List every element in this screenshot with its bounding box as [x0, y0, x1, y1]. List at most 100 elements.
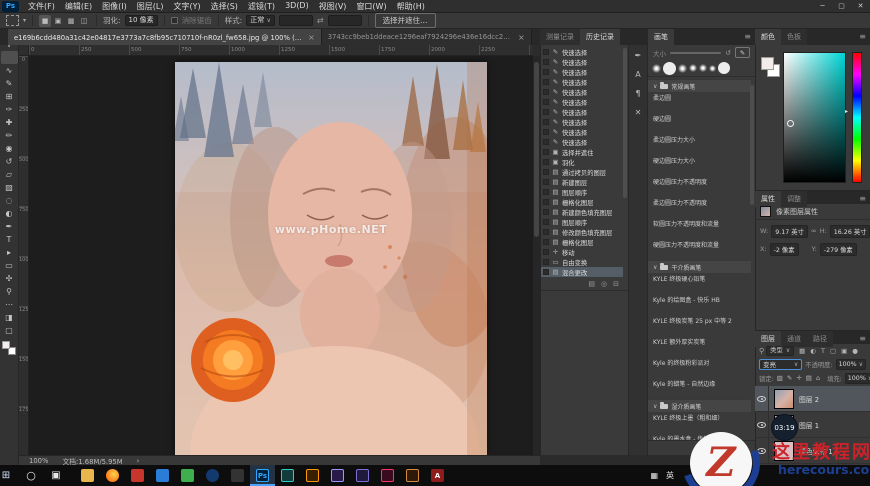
history-source-checkbox[interactable] — [543, 159, 549, 165]
height-input[interactable] — [327, 15, 362, 26]
history-source-checkbox[interactable] — [543, 239, 549, 245]
adobe-app-icon-4[interactable] — [350, 465, 375, 486]
history-source-checkbox[interactable] — [543, 189, 549, 195]
brush-tip-preview[interactable] — [652, 63, 661, 73]
brush-item[interactable]: ∨ 柔边圆压力大小 — [648, 134, 751, 155]
subtract-selection-icon[interactable]: ▩ — [65, 15, 77, 27]
brush-settings-panel-icon[interactable]: ✒ — [635, 51, 642, 60]
foreground-color-swatch[interactable] — [2, 341, 10, 349]
task-view-button[interactable]: ▣ — [50, 465, 75, 486]
fill-input[interactable]: 100%∨ — [844, 372, 870, 384]
paragraph-panel-icon[interactable]: ¶ — [635, 89, 640, 98]
history-item[interactable]: ✎ 快速选择 — [541, 107, 623, 117]
x-value[interactable]: -2 像素 — [769, 242, 799, 256]
history-source-checkbox[interactable] — [543, 79, 549, 85]
app-navy-icon[interactable] — [200, 465, 225, 486]
height-value[interactable]: 16.26 英寸 — [829, 224, 870, 238]
history-scrollbar[interactable] — [623, 48, 627, 198]
document-tab-1[interactable]: e169b6cdd480a31c42e04817e3773a7c8fb95c71… — [8, 29, 322, 45]
tab-swatches[interactable]: 色板 — [781, 29, 807, 45]
lock-pixels-icon[interactable]: ✎ — [787, 374, 792, 382]
tab-color[interactable]: 颜色 — [755, 29, 781, 45]
eyedropper-tool[interactable]: ✑ — [1, 103, 18, 116]
canvas-vertical-scrollbar[interactable] — [533, 56, 540, 455]
menu-item[interactable]: 文件(F) — [23, 1, 60, 12]
opacity-input[interactable]: 100% ∨ — [835, 358, 866, 370]
screen-mode-button[interactable]: ▢ — [1, 324, 18, 337]
tab-paths[interactable]: 路径 — [807, 331, 833, 347]
marquee-tool-preset-icon[interactable] — [6, 15, 19, 26]
tool-preset-caret-icon[interactable]: ▾ — [23, 17, 26, 24]
anti-alias-checkbox[interactable] — [170, 17, 178, 24]
adobe-app-icon-3[interactable] — [325, 465, 350, 486]
canvas-area[interactable]: www.pHome.NET — [29, 56, 533, 455]
history-source-checkbox[interactable] — [543, 89, 549, 95]
history-source-checkbox[interactable] — [543, 199, 549, 205]
marquee-tool[interactable] — [0, 51, 18, 64]
tab-brushes[interactable]: 画笔 — [648, 29, 674, 45]
foreground-background-swatches[interactable] — [2, 341, 16, 355]
history-source-checkbox[interactable] — [543, 249, 549, 255]
new-doc-from-state-icon[interactable]: ▤ — [588, 280, 595, 288]
tab-measurement-log[interactable]: 测量记录 — [540, 29, 580, 45]
menu-item[interactable]: 文字(Y) — [168, 1, 205, 12]
history-source-checkbox[interactable] — [543, 119, 549, 125]
history-item[interactable]: ✎ 快速选择 — [541, 127, 623, 137]
brushes-scrollbar[interactable] — [750, 85, 754, 205]
brush-item[interactable]: ∨ 硬边圆 — [648, 113, 751, 134]
tab-layers[interactable]: 图层 — [755, 331, 781, 347]
brush-item[interactable]: ∨ 软圆压力不透明度和流量 — [648, 218, 751, 239]
chevron-down-icon[interactable]: ∨ — [653, 264, 657, 271]
filter-group-layers-icon[interactable]: ▢ — [830, 347, 836, 355]
history-item[interactable]: ✛ 移动 — [541, 247, 623, 257]
file-explorer-icon[interactable] — [75, 465, 100, 486]
feather-input[interactable]: 10 像素 — [124, 15, 158, 26]
hue-slider[interactable] — [852, 52, 862, 183]
history-source-checkbox[interactable] — [543, 179, 549, 185]
history-item[interactable]: ✎ 快速选择 — [541, 57, 623, 67]
quick-selection-tool[interactable]: ✎ — [1, 77, 18, 90]
history-item[interactable]: ▣ 选择并遮住 — [541, 147, 623, 157]
brush-tip-preview[interactable] — [699, 64, 707, 72]
vertical-ruler[interactable]: 0 250 500 750 1000 1250 1500 1750 — [19, 56, 29, 455]
history-source-checkbox[interactable] — [543, 99, 549, 105]
history-item[interactable]: ▤ 混合更改 — [541, 267, 623, 277]
lock-position-icon[interactable]: ✛ — [796, 374, 801, 382]
brush-item[interactable]: ∨ 湿介质画笔 — [648, 399, 751, 412]
filter-type-layers-icon[interactable]: T — [821, 347, 825, 355]
history-item[interactable]: ✎ 快速选择 — [541, 87, 623, 97]
panel-menu-icon[interactable]: ≡ — [855, 191, 870, 204]
blur-tool[interactable]: ◌ — [1, 194, 18, 207]
adobe-app-icon-2[interactable] — [300, 465, 325, 486]
brush-item[interactable]: ∨ Kyle 的蜡笔 - 自然边缘 — [648, 378, 751, 399]
zoom-level[interactable]: 100% — [29, 457, 48, 465]
intersect-selection-icon[interactable]: ◫ — [78, 15, 90, 27]
panel-menu-icon[interactable]: ≡ — [740, 29, 755, 45]
close-tab-icon[interactable]: × — [308, 33, 315, 42]
history-source-checkbox[interactable] — [543, 69, 549, 75]
crop-tool[interactable]: ⊞ — [1, 90, 18, 103]
chevron-down-icon[interactable]: ∨ — [653, 403, 657, 410]
history-source-checkbox[interactable] — [543, 219, 549, 225]
brush-tip-preview[interactable] — [663, 61, 676, 75]
search-button[interactable]: ○ — [25, 465, 50, 486]
new-selection-icon[interactable]: ■ — [39, 14, 52, 27]
brush-item[interactable]: ∨ Kyle 的终极粉彩派对 — [648, 357, 751, 378]
history-item[interactable]: ✎ 快速选择 — [541, 77, 623, 87]
maximize-button[interactable]: ▢ — [832, 0, 851, 12]
select-and-mask-button[interactable]: 选择并遮住… — [374, 13, 436, 28]
filter-toggle-icon[interactable]: ● — [852, 347, 858, 355]
brush-item[interactable]: ∨ 硬边圆压力不透明度 — [648, 176, 751, 197]
add-selection-icon[interactable]: ▣ — [52, 15, 64, 27]
eraser-tool[interactable]: ▱ — [1, 168, 18, 181]
history-brush-tool[interactable]: ↺ — [1, 155, 18, 168]
brush-item[interactable]: ∨ 常规画笔 — [648, 79, 751, 92]
panel-menu-icon[interactable]: ≡ — [855, 331, 870, 344]
brush-item[interactable]: ∨ 硬圆压力不透明度和流量 — [648, 239, 751, 260]
menu-item[interactable]: 选择(S) — [206, 1, 243, 12]
history-item[interactable]: ▤ 栅格化图层 — [541, 197, 623, 207]
history-item[interactable]: ▤ 修改颜色填充图层 — [541, 227, 623, 237]
brush-size-slider[interactable] — [670, 51, 722, 54]
history-source-checkbox[interactable] — [543, 139, 549, 145]
start-button[interactable]: ⊞ — [0, 465, 25, 486]
